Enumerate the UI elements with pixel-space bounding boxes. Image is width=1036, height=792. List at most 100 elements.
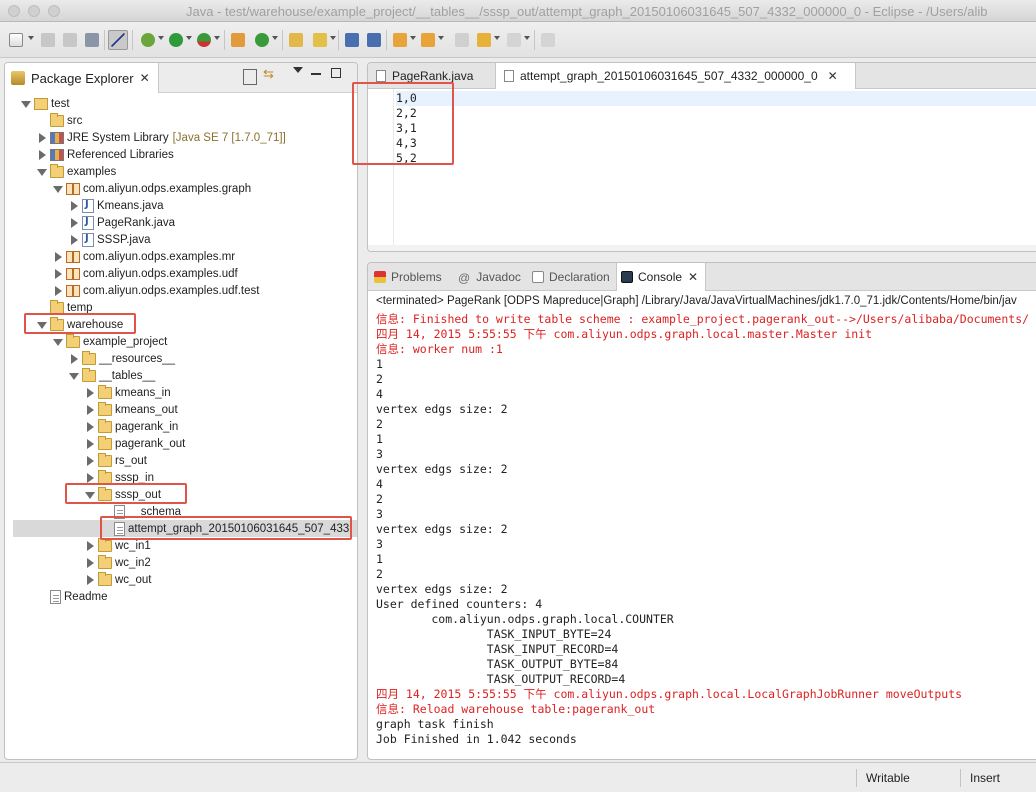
back-icon[interactable] bbox=[474, 30, 494, 50]
back-dropdown-arrow-icon[interactable] bbox=[494, 36, 500, 40]
external-tools-dropdown-arrow-icon[interactable] bbox=[214, 36, 220, 40]
tab-javadoc[interactable]: @ Javadoc bbox=[454, 263, 526, 291]
forward-icon[interactable] bbox=[504, 30, 524, 50]
collapsed-chevron-icon[interactable] bbox=[85, 421, 95, 432]
tree-item[interactable]: JRE System Library [Java SE 7 [1.7.0_71]] bbox=[5, 129, 357, 146]
print-icon[interactable] bbox=[82, 30, 102, 50]
tree-item[interactable]: examples bbox=[5, 163, 357, 180]
tree-item[interactable]: PageRank.java bbox=[5, 214, 357, 231]
pin-editor-icon[interactable] bbox=[538, 30, 558, 50]
tab-pagerank-java[interactable]: PageRank.java bbox=[368, 63, 496, 89]
collapsed-chevron-icon[interactable] bbox=[85, 455, 95, 466]
zoom-window-button[interactable] bbox=[48, 5, 60, 17]
tree-item[interactable]: SSSP.java bbox=[5, 231, 357, 248]
collapsed-chevron-icon[interactable] bbox=[37, 149, 47, 160]
expanded-chevron-icon[interactable] bbox=[37, 167, 47, 177]
collapsed-chevron-icon[interactable] bbox=[85, 557, 95, 568]
last-edit-location-icon[interactable] bbox=[452, 30, 472, 50]
next-annotation-dropdown-arrow-icon[interactable] bbox=[410, 36, 416, 40]
close-icon[interactable]: ✕ bbox=[140, 71, 150, 85]
close-icon[interactable]: ✕ bbox=[828, 69, 838, 83]
open-type-icon[interactable] bbox=[286, 30, 306, 50]
new-java-package-icon[interactable] bbox=[228, 30, 248, 50]
new-icon[interactable] bbox=[6, 30, 26, 50]
minimize-icon[interactable] bbox=[311, 73, 321, 75]
link-with-editor-icon[interactable]: ⇆ bbox=[263, 66, 277, 82]
tree-item[interactable]: temp bbox=[5, 299, 357, 316]
tab-problems[interactable]: Problems bbox=[370, 263, 450, 291]
tab-console[interactable]: Console ✕ bbox=[616, 263, 706, 291]
tree-item[interactable]: Referenced Libraries bbox=[5, 146, 357, 163]
save-icon[interactable] bbox=[38, 30, 58, 50]
tree-item[interactable]: sssp_in bbox=[5, 469, 357, 486]
debug-dropdown-arrow-icon[interactable] bbox=[158, 36, 164, 40]
previous-annotation-icon[interactable] bbox=[418, 30, 438, 50]
tree-item[interactable]: __resources__ bbox=[5, 350, 357, 367]
next-annotation-icon[interactable] bbox=[390, 30, 410, 50]
expanded-chevron-icon[interactable] bbox=[69, 371, 79, 381]
new-class-dropdown-arrow-icon[interactable] bbox=[272, 36, 278, 40]
skip-breakpoints-icon[interactable] bbox=[108, 30, 128, 50]
maximize-icon[interactable] bbox=[331, 68, 341, 78]
collapsed-chevron-icon[interactable] bbox=[69, 217, 79, 228]
new-java-class-icon[interactable] bbox=[252, 30, 272, 50]
tree-item[interactable]: com.aliyun.odps.examples.udf.test bbox=[5, 282, 357, 299]
previous-annotation-dropdown-arrow-icon[interactable] bbox=[438, 36, 444, 40]
run-icon[interactable] bbox=[166, 30, 186, 50]
editor-content[interactable]: 1,0 2,2 3,1 4,3 5,2 bbox=[396, 91, 1036, 166]
toggle-mark-occurrences-icon[interactable] bbox=[342, 30, 362, 50]
horizontal-scrollbar[interactable] bbox=[368, 245, 1036, 251]
tree-item[interactable]: __schema__ bbox=[5, 503, 357, 520]
search-dropdown-arrow-icon[interactable] bbox=[330, 36, 336, 40]
tree-item[interactable]: pagerank_out bbox=[5, 435, 357, 452]
tree-item[interactable]: attempt_graph_20150106031645_507_433 bbox=[13, 520, 357, 537]
tree-item[interactable]: wc_in2 bbox=[5, 554, 357, 571]
forward-dropdown-arrow-icon[interactable] bbox=[524, 36, 530, 40]
tree-item[interactable]: sssp_out bbox=[5, 486, 357, 503]
tree-item[interactable]: com.aliyun.odps.examples.graph bbox=[5, 180, 357, 197]
tree-item[interactable]: __tables__ bbox=[5, 367, 357, 384]
tree-item[interactable]: wc_out bbox=[5, 571, 357, 588]
collapsed-chevron-icon[interactable] bbox=[53, 268, 63, 279]
run-dropdown-arrow-icon[interactable] bbox=[186, 36, 192, 40]
tree-item[interactable]: warehouse bbox=[5, 316, 357, 333]
close-icon[interactable]: ✕ bbox=[688, 270, 698, 284]
expanded-chevron-icon[interactable] bbox=[21, 99, 31, 109]
search-icon[interactable] bbox=[310, 30, 330, 50]
tree-item[interactable]: kmeans_out bbox=[5, 401, 357, 418]
tree-item[interactable]: com.aliyun.odps.examples.udf bbox=[5, 265, 357, 282]
expanded-chevron-icon[interactable] bbox=[85, 490, 95, 500]
collapsed-chevron-icon[interactable] bbox=[85, 387, 95, 398]
collapsed-chevron-icon[interactable] bbox=[69, 234, 79, 245]
tree-item[interactable]: example_project bbox=[5, 333, 357, 350]
collapsed-chevron-icon[interactable] bbox=[85, 540, 95, 551]
expanded-chevron-icon[interactable] bbox=[37, 320, 47, 330]
tree-item[interactable]: test bbox=[5, 95, 357, 112]
collapsed-chevron-icon[interactable] bbox=[69, 200, 79, 211]
tree-item[interactable]: src bbox=[5, 112, 357, 129]
expanded-chevron-icon[interactable] bbox=[53, 337, 63, 347]
collapsed-chevron-icon[interactable] bbox=[69, 353, 79, 364]
tree-item[interactable]: kmeans_in bbox=[5, 384, 357, 401]
minimize-window-button[interactable] bbox=[28, 5, 40, 17]
view-menu-icon[interactable] bbox=[293, 67, 303, 73]
external-tools-icon[interactable] bbox=[194, 30, 214, 50]
collapsed-chevron-icon[interactable] bbox=[53, 251, 63, 262]
save-all-icon[interactable] bbox=[60, 30, 80, 50]
tab-declaration[interactable]: Declaration bbox=[528, 263, 616, 291]
collapsed-chevron-icon[interactable] bbox=[53, 285, 63, 296]
tab-package-explorer[interactable]: Package Explorer ✕ bbox=[5, 63, 159, 93]
tree-item[interactable]: pagerank_in bbox=[5, 418, 357, 435]
expanded-chevron-icon[interactable] bbox=[53, 184, 63, 194]
close-window-button[interactable] bbox=[8, 5, 20, 17]
show-whitespace-icon[interactable] bbox=[364, 30, 384, 50]
tree-item[interactable]: Readme bbox=[5, 588, 357, 605]
collapsed-chevron-icon[interactable] bbox=[85, 574, 95, 585]
tab-attempt-graph[interactable]: attempt_graph_20150106031645_507_4332_00… bbox=[496, 63, 856, 89]
new-dropdown-arrow-icon[interactable] bbox=[28, 36, 34, 40]
collapsed-chevron-icon[interactable] bbox=[85, 472, 95, 483]
tree-item[interactable]: Kmeans.java bbox=[5, 197, 357, 214]
collapsed-chevron-icon[interactable] bbox=[85, 438, 95, 449]
console-output[interactable]: 信息: Finished to write table scheme : exa… bbox=[376, 312, 1036, 747]
collapsed-chevron-icon[interactable] bbox=[37, 132, 47, 143]
